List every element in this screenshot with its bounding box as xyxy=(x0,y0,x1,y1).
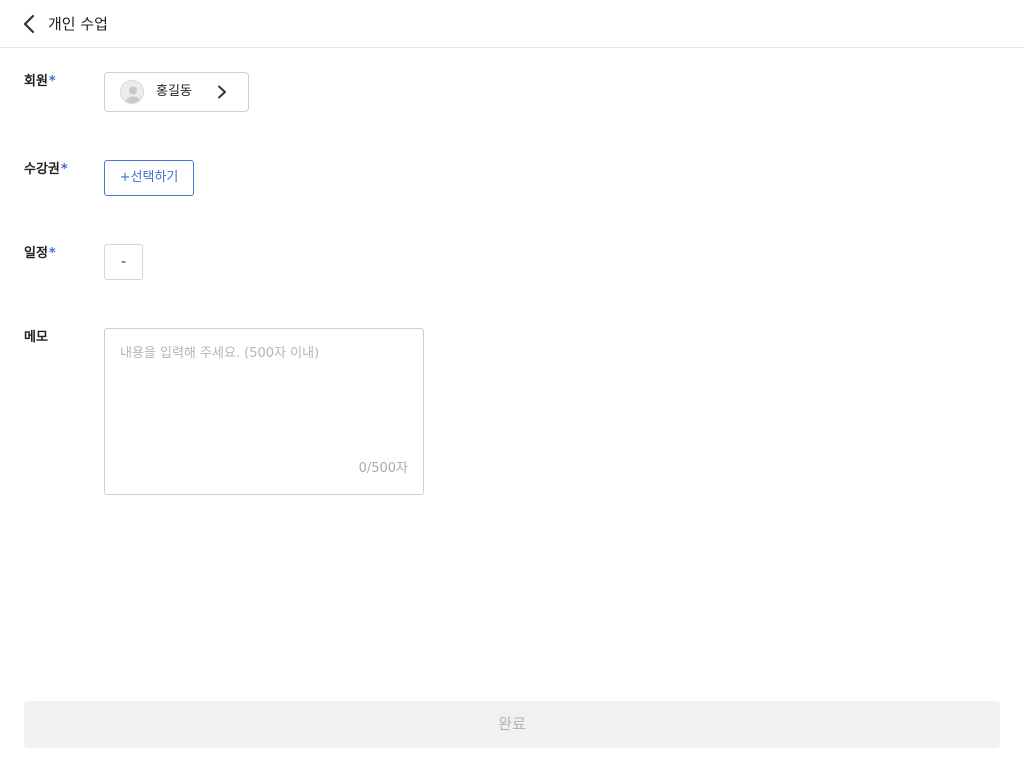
back-button[interactable] xyxy=(14,8,44,40)
member-label-text: 회원 xyxy=(24,74,48,89)
memo-label-text: 메모 xyxy=(24,330,48,345)
memo-label: 메모 xyxy=(24,329,48,347)
required-mark: * xyxy=(60,162,68,177)
memo-char-counter: 0/500자 xyxy=(358,461,408,476)
chevron-right-icon xyxy=(218,85,226,99)
member-label: 회원* xyxy=(24,73,56,91)
chevron-left-icon xyxy=(23,14,35,34)
user-avatar-icon xyxy=(120,80,144,104)
schedule-label-text: 일정 xyxy=(24,246,48,261)
member-name: 홍길동 xyxy=(156,84,192,99)
ticket-label: 수강권* xyxy=(24,161,68,179)
schedule-label: 일정* xyxy=(24,245,56,263)
ticket-label-text: 수강권 xyxy=(24,162,60,177)
memo-textarea[interactable] xyxy=(105,329,423,459)
required-mark: * xyxy=(48,74,56,89)
member-select-button[interactable]: 홍길동 xyxy=(104,72,249,112)
memo-field: 0/500자 xyxy=(104,328,424,495)
done-button[interactable]: 완료 xyxy=(24,701,1000,748)
top-bar: 개인 수업 xyxy=(0,0,1024,48)
select-ticket-button[interactable]: +선택하기 xyxy=(104,160,194,196)
page-title: 개인 수업 xyxy=(48,15,108,33)
schedule-button[interactable]: - xyxy=(104,244,143,280)
required-mark: * xyxy=(48,246,56,261)
